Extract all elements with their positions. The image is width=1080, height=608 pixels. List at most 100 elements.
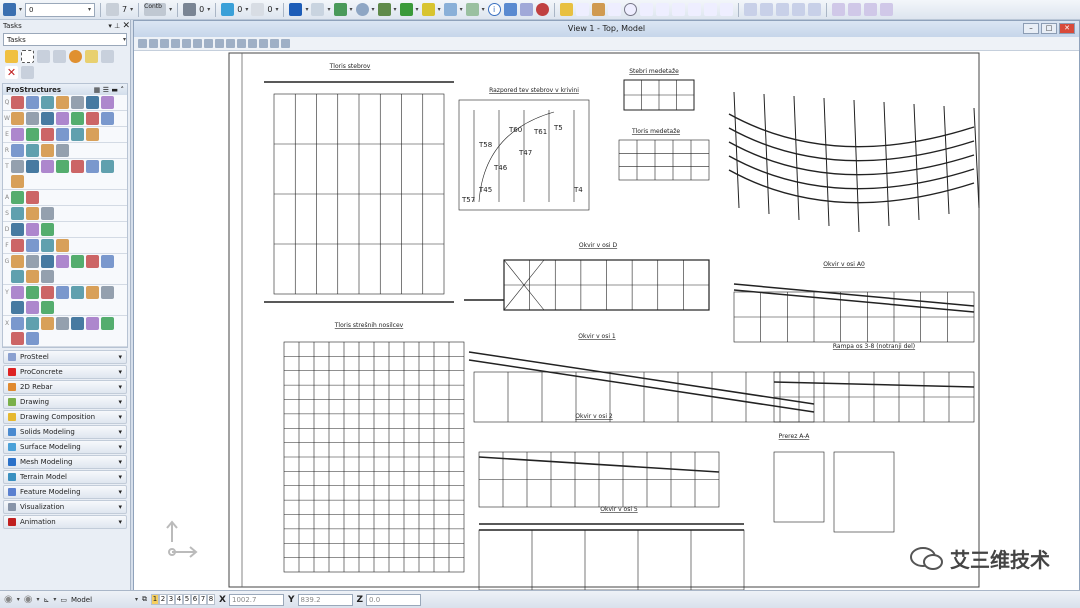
prostructures-tool-icon[interactable] (71, 255, 84, 268)
prostructures-tool-icon[interactable] (11, 191, 24, 204)
prostructures-tool-icon[interactable] (41, 223, 54, 236)
prostructures-tool-icon[interactable] (101, 96, 114, 109)
prostructures-tool-icon[interactable] (26, 301, 39, 314)
prostructures-tool-icon[interactable] (71, 112, 84, 125)
prostructures-tool-icon[interactable] (56, 160, 69, 173)
z-coordinate-field[interactable]: 0.0 (366, 593, 422, 606)
prostructures-tool-icon[interactable] (26, 255, 39, 268)
structure-tool-5-icon[interactable] (807, 3, 821, 16)
sphere-icon[interactable] (355, 3, 369, 16)
transparency-icon[interactable] (221, 3, 235, 16)
view-toggle-1[interactable]: 1 (151, 594, 160, 605)
prostructures-tool-icon[interactable] (71, 128, 84, 141)
prostructures-tool-icon[interactable] (11, 317, 24, 330)
prostructures-tool-icon[interactable] (26, 96, 39, 109)
prostructures-tool-icon[interactable] (56, 255, 69, 268)
view-toggle-7[interactable]: 7 (199, 594, 208, 605)
prostructures-tool-icon[interactable] (56, 286, 69, 299)
prostructures-tool-icon[interactable] (26, 239, 39, 252)
level-filter-icon[interactable]: ⊾ (44, 596, 50, 604)
section-animation[interactable]: Animation ▾ (3, 515, 127, 529)
tangent-snap-icon[interactable] (687, 3, 701, 16)
view-toggle-8[interactable]: 8 (207, 594, 216, 605)
tasks-combo[interactable]: Tasks ▾ (3, 33, 127, 46)
bisector-snap-icon[interactable] (655, 3, 669, 16)
nearest-snap-icon[interactable] (607, 3, 621, 16)
structure-tool-1-icon[interactable] (743, 3, 757, 16)
prostructures-tool-icon[interactable] (11, 207, 24, 220)
prostructures-tool-icon[interactable] (56, 112, 69, 125)
section-solids-modeling[interactable]: Solids Modeling ▾ (3, 425, 127, 439)
prostructures-tool-icon[interactable] (41, 286, 54, 299)
prostructures-tool-icon[interactable] (11, 144, 24, 157)
prostructures-tool-icon[interactable] (11, 223, 24, 236)
clip-volume-icon[interactable] (270, 39, 279, 48)
prostructures-tool-icon[interactable] (11, 112, 24, 125)
tool-icon[interactable] (21, 66, 34, 79)
structure-tool-4-icon[interactable] (791, 3, 805, 16)
box-icon[interactable] (399, 3, 413, 16)
model-icon[interactable] (503, 3, 517, 16)
prostructures-tool-icon[interactable] (41, 207, 54, 220)
prostructures-tool-icon[interactable] (26, 144, 39, 157)
prostructures-tool-icon[interactable] (11, 96, 24, 109)
linestyle-combo[interactable]: Contb (144, 3, 167, 16)
view-next-icon[interactable] (248, 39, 257, 48)
close-icon[interactable]: ✕ (122, 21, 130, 31)
prostructures-tool-icon[interactable] (26, 332, 39, 345)
prostructures-tool-icon[interactable] (41, 96, 54, 109)
prostructures-tool-icon[interactable] (101, 255, 114, 268)
center-snap-icon[interactable] (623, 3, 637, 16)
window-area-icon[interactable] (193, 39, 202, 48)
fit-view-icon[interactable] (204, 39, 213, 48)
back-icon[interactable]: ◉ (4, 594, 13, 605)
prostructures-tool-icon[interactable] (11, 239, 24, 252)
prostructures-tool-icon[interactable] (11, 270, 24, 283)
prostructures-tool-icon[interactable] (86, 317, 99, 330)
prostructures-tool-icon[interactable] (41, 301, 54, 314)
copy-icon[interactable] (311, 3, 325, 16)
measure-icon[interactable] (443, 3, 457, 16)
forward-icon[interactable]: ◉ (24, 594, 33, 605)
model-selector[interactable]: Model (71, 596, 131, 604)
section-proconcrete[interactable]: ProConcrete ▾ (3, 365, 127, 379)
clip-mask-icon[interactable] (281, 39, 290, 48)
prostructures-tool-icon[interactable] (26, 128, 39, 141)
prostructures-tool-icon[interactable] (41, 112, 54, 125)
priority-icon[interactable] (251, 3, 265, 16)
place-icon[interactable] (333, 3, 347, 16)
prostructures-tool-icon[interactable] (26, 191, 39, 204)
intersection-snap-icon[interactable] (671, 3, 685, 16)
prostructures-tool-icon[interactable] (11, 175, 24, 188)
solid-icon[interactable] (377, 3, 391, 16)
drawing-canvas[interactable]: Tloris stebrov Razpored tev stebrov v kr… (134, 52, 1079, 591)
info-icon[interactable]: i (487, 3, 501, 16)
prostructures-tool-icon[interactable] (41, 128, 54, 141)
pin-icon[interactable]: ▾ ⊥ (108, 22, 120, 30)
prostructures-tool-icon[interactable] (11, 255, 24, 268)
prostructures-tool-icon[interactable] (41, 317, 54, 330)
prostructures-tool-icon[interactable] (86, 96, 99, 109)
fence-icon[interactable] (21, 50, 34, 63)
parallel-snap-icon[interactable] (719, 3, 733, 16)
section-visualization[interactable]: Visualization ▾ (3, 500, 127, 514)
view-attributes-icon[interactable] (138, 39, 147, 48)
prostructures-tool-icon[interactable] (56, 96, 69, 109)
prostructures-tool-icon[interactable] (71, 317, 84, 330)
prostructures-tool-icon[interactable] (86, 286, 99, 299)
prostructures-tool-icon[interactable] (41, 160, 54, 173)
prostructures-tool-icon[interactable] (56, 317, 69, 330)
section-drawing[interactable]: Drawing ▾ (3, 395, 127, 409)
view-toggle-2[interactable]: 2 (159, 594, 168, 605)
view-groups-icon[interactable]: ⧉ (142, 595, 147, 604)
prostructures-tool-icon[interactable] (101, 160, 114, 173)
view-toggle-5[interactable]: 5 (183, 594, 192, 605)
tool-icon[interactable] (37, 50, 50, 63)
prostructures-tool-icon[interactable] (41, 255, 54, 268)
y-coordinate-field[interactable]: 839.2 (297, 593, 353, 606)
prostructures-tool-icon[interactable] (101, 112, 114, 125)
prostructures-tool-icon[interactable] (11, 128, 24, 141)
delete-element-icon[interactable]: ✕ (5, 66, 18, 79)
view-previous-icon[interactable] (237, 39, 246, 48)
prostructures-tool-icon[interactable] (101, 317, 114, 330)
